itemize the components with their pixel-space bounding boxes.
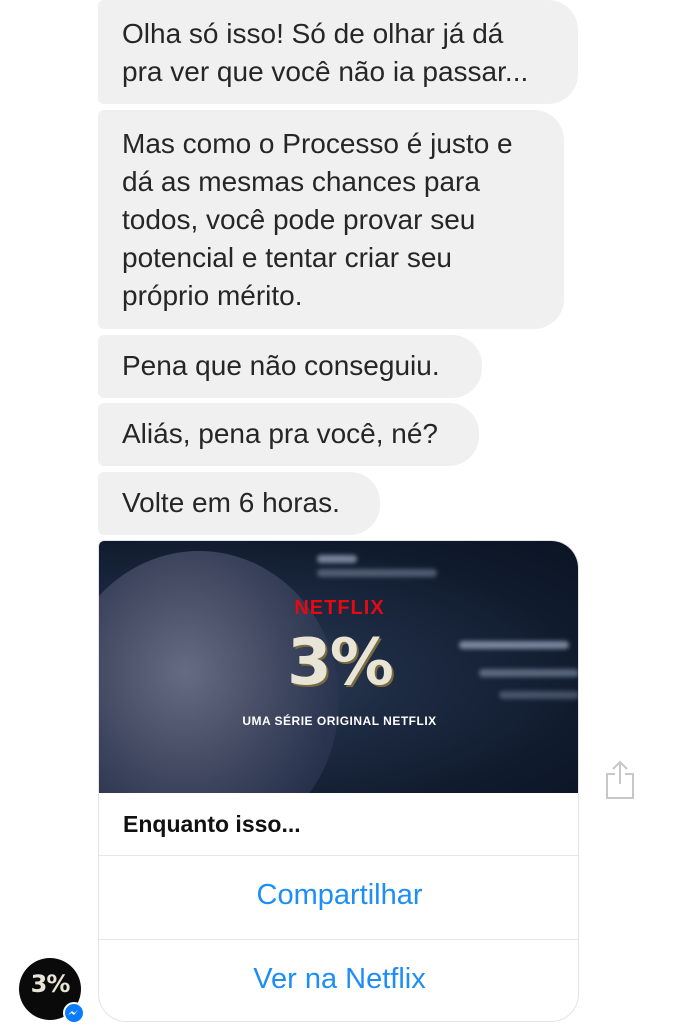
share-icon-svg bbox=[606, 760, 634, 799]
divider bbox=[99, 855, 578, 856]
message-bubble: Volte em 6 horas. bbox=[98, 472, 380, 535]
view-on-netflix-button[interactable]: Ver na Netflix bbox=[99, 963, 578, 996]
decorative-line bbox=[317, 569, 437, 577]
share-icon[interactable] bbox=[603, 760, 637, 800]
message-bubble: Aliás, pena pra você, né? bbox=[98, 403, 479, 466]
messenger-icon bbox=[63, 1002, 85, 1024]
share-button[interactable]: Compartilhar bbox=[99, 879, 578, 912]
netflix-logo: NETFLIX bbox=[294, 597, 385, 619]
avatar-logo: 3% bbox=[30, 970, 71, 998]
message-bubble: Pena que não conseguiu. bbox=[98, 335, 482, 398]
promo-card: NETFLIX 3% UMA SÉRIE ORIGINAL NETFLIX En… bbox=[98, 540, 579, 1022]
message-bubble: Mas como o Processo é justo e dá as mesm… bbox=[98, 110, 564, 329]
promo-image[interactable]: NETFLIX 3% UMA SÉRIE ORIGINAL NETFLIX bbox=[99, 541, 578, 793]
show-logo: 3% bbox=[287, 626, 394, 700]
promo-tagline: UMA SÉRIE ORIGINAL NETFLIX bbox=[242, 714, 437, 728]
message-bubble: Olha só isso! Só de olhar já dá pra ver … bbox=[98, 0, 578, 104]
messenger-icon-svg bbox=[68, 1010, 78, 1015]
divider bbox=[99, 939, 578, 940]
decorative-line bbox=[317, 555, 357, 563]
card-title: Enquanto isso... bbox=[123, 811, 301, 837]
